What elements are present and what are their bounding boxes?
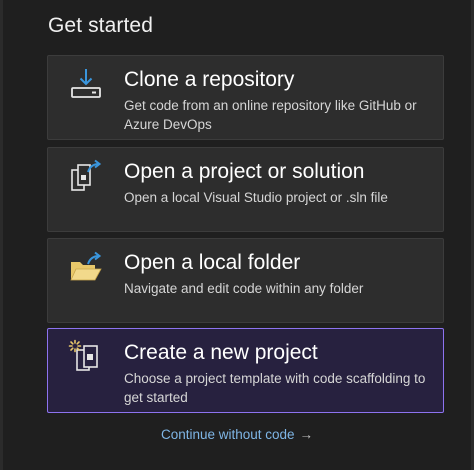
open-folder-card[interactable]: Open a local folder Navigate and edit co… xyxy=(47,238,444,323)
arrow-right-icon: → xyxy=(299,427,314,442)
continue-without-code-link[interactable]: Continue without code → xyxy=(0,426,474,444)
open-project-title: Open a project or solution xyxy=(124,160,365,183)
clone-repository-description: Get code from an online repository like … xyxy=(124,98,417,132)
create-project-card[interactable]: Create a new project Choose a project te… xyxy=(47,328,444,413)
new-project-icon xyxy=(68,339,104,375)
page-title: Get started xyxy=(48,14,153,37)
left-border xyxy=(0,0,3,470)
clone-repository-title: Clone a repository xyxy=(124,68,295,91)
create-project-title: Create a new project xyxy=(124,341,318,364)
open-folder-icon xyxy=(68,249,104,285)
open-project-description: Open a local Visual Studio project or .s… xyxy=(124,190,388,205)
continue-without-code-label: Continue without code xyxy=(160,427,295,442)
clone-repository-card[interactable]: Clone a repository Get code from an onli… xyxy=(47,55,444,140)
clone-download-icon xyxy=(68,66,104,102)
open-project-icon xyxy=(68,158,104,194)
open-folder-title: Open a local folder xyxy=(124,251,301,274)
create-project-description: Choose a project template with code scaf… xyxy=(124,371,426,405)
get-started-panel: Get started Clone a repository Get code … xyxy=(0,0,474,470)
open-folder-description: Navigate and edit code within any folder xyxy=(124,281,364,296)
open-project-card[interactable]: Open a project or solution Open a local … xyxy=(47,147,444,232)
